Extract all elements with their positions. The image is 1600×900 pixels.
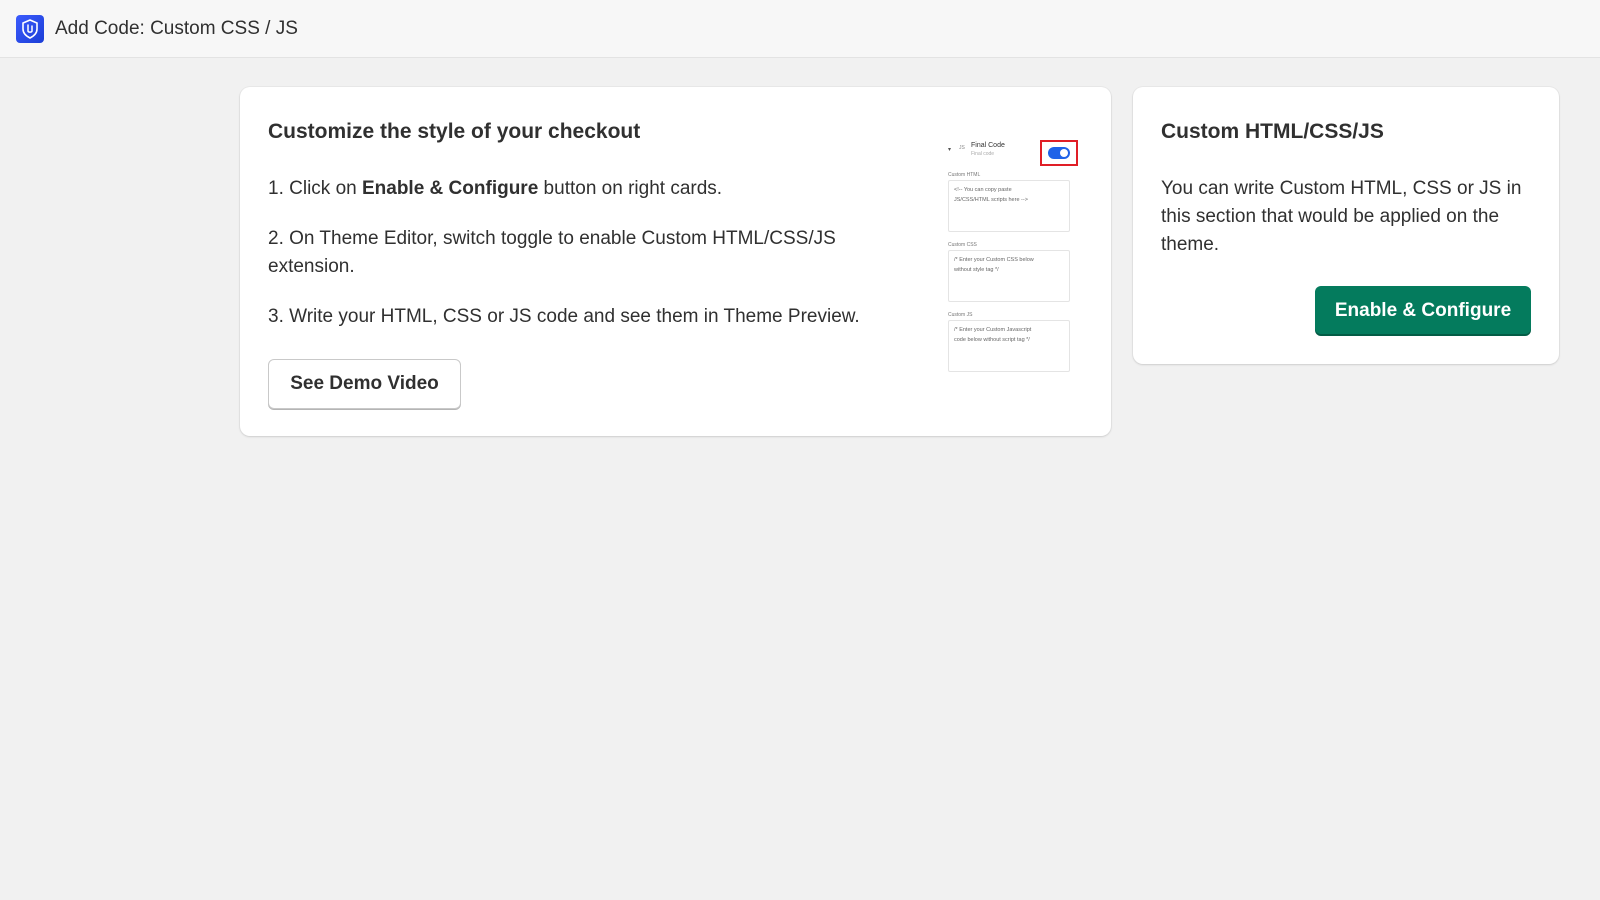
custom-code-description: You can write Custom HTML, CSS or JS in …	[1161, 178, 1522, 255]
page-title: Add Code: Custom CSS / JS	[55, 17, 298, 39]
see-demo-video-button[interactable]: See Demo Video	[268, 359, 461, 409]
preview-box-js: /* Enter your Custom Javascript code bel…	[948, 320, 1070, 372]
preview-block-header: ▾ JS Final Code Final code	[948, 140, 1088, 166]
app-logo-icon	[16, 14, 44, 43]
custom-code-card-title: Custom HTML/CSS/JS	[1161, 120, 1384, 143]
caret-down-icon: ▾	[948, 147, 952, 153]
top-bar: Add Code: Custom CSS / JS	[0, 0, 1600, 58]
preview-label-html: Custom HTML	[948, 172, 981, 178]
preview-label-css: Custom CSS	[948, 242, 977, 248]
steps-list: 1. Click on Enable & Configure button on…	[268, 175, 908, 353]
preview-box-html: <!-- You can copy paste JS/CSS/HTML scri…	[948, 180, 1070, 232]
step-3: 3. Write your HTML, CSS or JS code and s…	[268, 306, 860, 327]
preview-js-tag: JS	[959, 145, 965, 151]
enable-configure-button[interactable]: Enable & Configure	[1315, 286, 1531, 336]
custom-code-card: Custom HTML/CSS/JS You can write Custom …	[1133, 87, 1559, 364]
theme-editor-preview-image: ▾ JS Final Code Final code Custom HTML <…	[948, 132, 1088, 382]
preview-label-js: Custom JS	[948, 312, 973, 318]
preview-toggle-highlight	[1040, 140, 1078, 166]
instructions-card: Customize the style of your checkout 1. …	[240, 87, 1111, 436]
step-1: 1. Click on Enable & Configure button on…	[268, 178, 723, 199]
step-2: 2. On Theme Editor, switch toggle to ena…	[268, 228, 836, 277]
step-1-bold: Enable & Configure	[361, 178, 539, 199]
preview-block-sub: Final code	[971, 151, 995, 157]
preview-box-css: /* Enter your Custom CSS below without s…	[948, 250, 1070, 302]
instructions-card-title: Customize the style of your checkout	[268, 120, 641, 143]
preview-block-name: Final Code	[971, 142, 1005, 149]
toggle-on-icon	[1048, 147, 1070, 159]
